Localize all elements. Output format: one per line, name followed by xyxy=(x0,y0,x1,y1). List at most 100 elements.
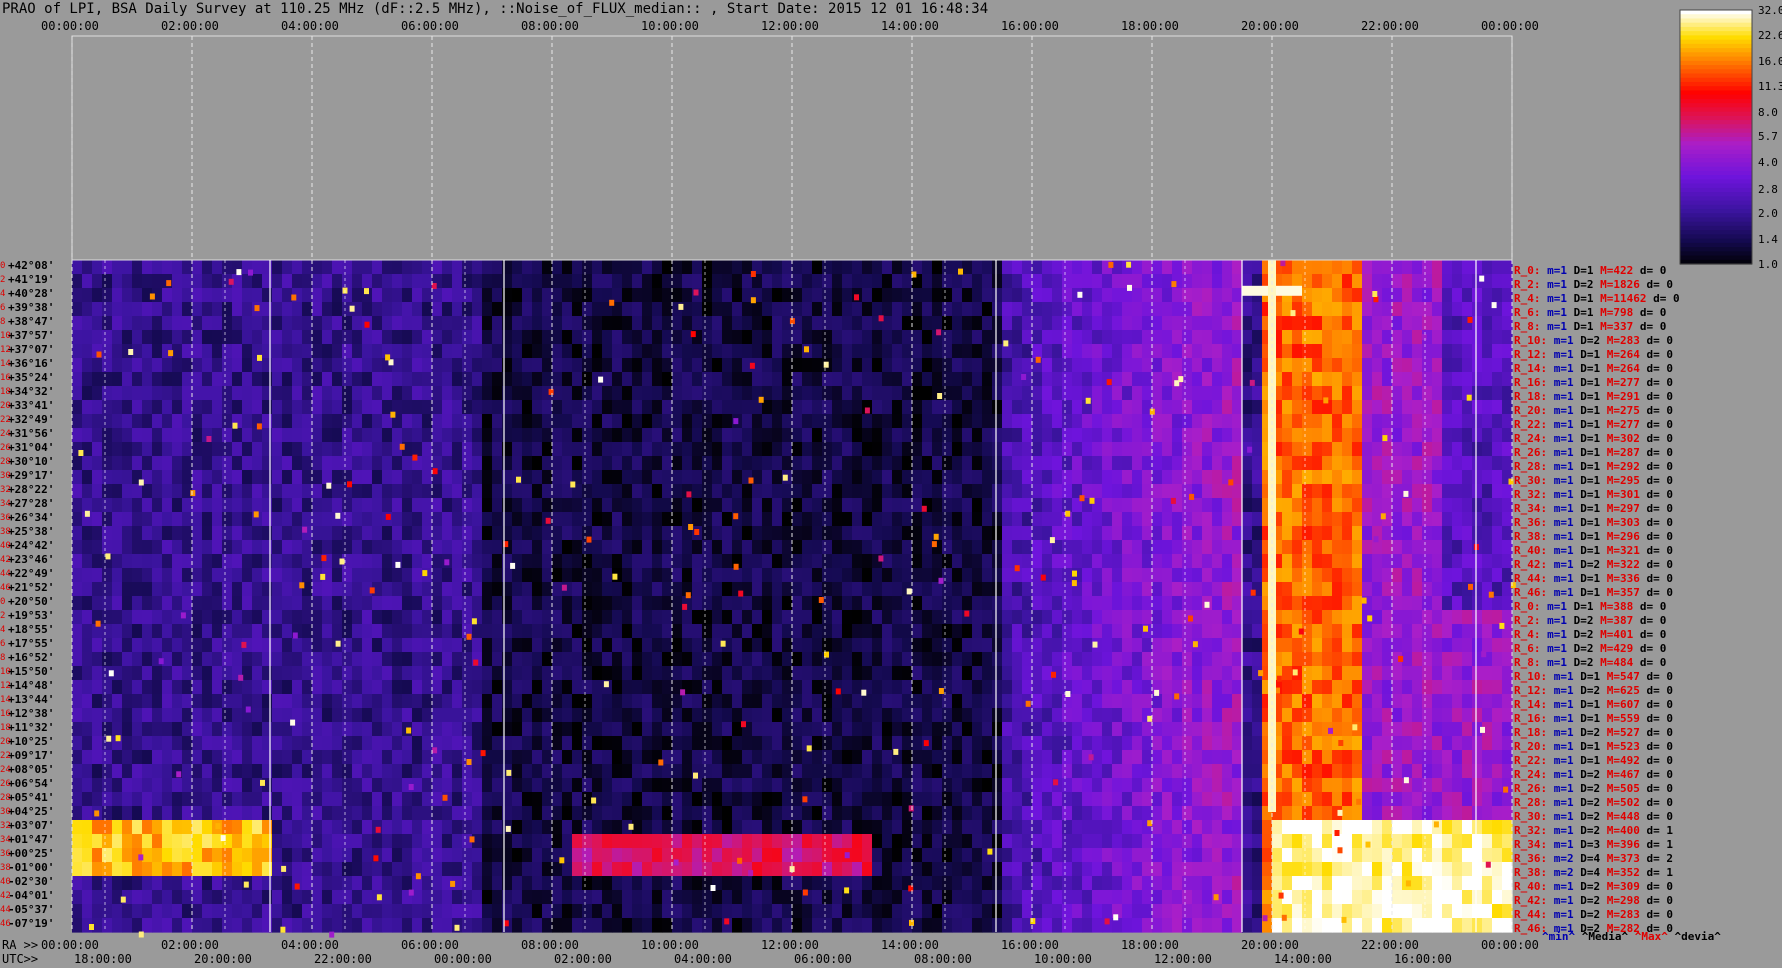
heatmap-cell xyxy=(1502,484,1513,499)
heatmap-cell xyxy=(612,582,623,597)
heatmap-cell xyxy=(1122,456,1133,471)
heatmap-cell xyxy=(582,708,593,723)
heatmap-cell xyxy=(652,554,663,569)
heatmap-cell xyxy=(1082,442,1093,457)
heatmap-cell xyxy=(1442,582,1453,597)
heatmap-cell xyxy=(522,316,533,331)
heatmap-cell xyxy=(262,442,273,457)
heatmap-cell xyxy=(512,274,523,289)
heatmap-cell xyxy=(942,428,953,443)
heatmap-cell xyxy=(1372,456,1383,471)
heatmap-cell xyxy=(772,610,783,625)
heatmap-cell xyxy=(1332,526,1343,541)
heatmap-cell xyxy=(522,372,533,387)
heatmap-cell xyxy=(1422,554,1433,569)
heatmap-cell xyxy=(322,414,333,429)
heatmap-cell xyxy=(1042,302,1053,317)
heatmap-cell xyxy=(1302,386,1313,401)
heatmap-cell xyxy=(1162,344,1173,359)
heatmap-cell xyxy=(1492,330,1503,345)
heatmap-cell xyxy=(352,666,363,681)
heatmap-cell xyxy=(172,386,183,401)
heatmap-cell xyxy=(872,722,883,737)
heatmap-cell xyxy=(952,512,963,527)
heatmap-cell xyxy=(682,652,693,667)
heatmap-cell xyxy=(242,372,253,387)
heatmap-cell xyxy=(1122,526,1133,541)
heatmap-cell xyxy=(1192,680,1203,695)
heatmap-cell xyxy=(992,568,1003,583)
heatmap-cell xyxy=(382,372,393,387)
heatmap-cell xyxy=(1432,652,1443,667)
heatmap-cell xyxy=(472,456,483,471)
heatmap-cell xyxy=(1192,554,1203,569)
heatmap-cell xyxy=(452,666,463,681)
heatmap-cell xyxy=(1152,456,1163,471)
heatmap-cell xyxy=(152,638,163,653)
heatmap-cell xyxy=(932,456,943,471)
heatmap-cell xyxy=(1392,596,1403,611)
heatmap-cell xyxy=(482,680,493,695)
heatmap-cell xyxy=(612,316,623,331)
heatmap-cell xyxy=(232,372,243,387)
heatmap-cell xyxy=(622,442,633,457)
heatmap-cell xyxy=(132,358,143,373)
heatmap-cell xyxy=(1202,554,1213,569)
heatmap-cell xyxy=(1242,498,1253,513)
heatmap-cell xyxy=(722,414,733,429)
heatmap-cell xyxy=(582,666,593,681)
heatmap-cell xyxy=(1232,302,1243,317)
heatmap-cell xyxy=(572,736,583,751)
heatmap-cell xyxy=(1142,442,1153,457)
heatmap-cell xyxy=(1002,372,1013,387)
heatmap-cell xyxy=(562,442,573,457)
heatmap-cell xyxy=(112,414,123,429)
heatmap-cell xyxy=(1432,456,1443,471)
heatmap-cell xyxy=(1212,274,1223,289)
heatmap-cell xyxy=(452,344,463,359)
heatmap-cell xyxy=(722,582,733,597)
heatmap-cell xyxy=(1322,288,1333,303)
heatmap-cell xyxy=(1202,638,1213,653)
heatmap-cell xyxy=(882,344,893,359)
heatmap-cell xyxy=(72,330,83,345)
heatmap-cell xyxy=(422,526,433,541)
heatmap-cell xyxy=(922,358,933,373)
heatmap-cell xyxy=(802,274,813,289)
heatmap-cell xyxy=(1392,694,1403,709)
heatmap-cell xyxy=(372,330,383,345)
heatmap-cell xyxy=(792,708,803,723)
heatmap-cell xyxy=(352,456,363,471)
heatmap-cell xyxy=(1392,260,1403,275)
heatmap-cell xyxy=(282,526,293,541)
heatmap-cell xyxy=(762,526,773,541)
heatmap-cell xyxy=(1392,666,1403,681)
heatmap-cell xyxy=(382,428,393,443)
heatmap-cell xyxy=(752,610,763,625)
heatmap-cell xyxy=(932,358,943,373)
heatmap-cell xyxy=(892,274,903,289)
heatmap-cell xyxy=(372,498,383,513)
heatmap-cell xyxy=(1432,708,1443,723)
heatmap-cell xyxy=(792,540,803,555)
heatmap-cell xyxy=(782,400,793,415)
heatmap-cell xyxy=(1472,596,1483,611)
heatmap-cell xyxy=(1062,400,1073,415)
heatmap-cell xyxy=(692,708,703,723)
heatmap-cell xyxy=(902,414,913,429)
heatmap-cell xyxy=(1092,470,1103,485)
heatmap-cell xyxy=(1162,596,1173,611)
heatmap-cell xyxy=(592,624,603,639)
heatmap-cell xyxy=(1452,512,1463,527)
heatmap-cell xyxy=(1412,274,1423,289)
heatmap-cell xyxy=(942,554,953,569)
heatmap-cell xyxy=(242,330,253,345)
heatmap-cell xyxy=(372,456,383,471)
heatmap-cell xyxy=(1452,498,1463,513)
heatmap-cell xyxy=(592,526,603,541)
heatmap-cell xyxy=(1212,330,1223,345)
heatmap-cell xyxy=(882,708,893,723)
heatmap-cell xyxy=(842,274,853,289)
heatmap-cell xyxy=(332,316,343,331)
heatmap-cell xyxy=(682,260,693,275)
